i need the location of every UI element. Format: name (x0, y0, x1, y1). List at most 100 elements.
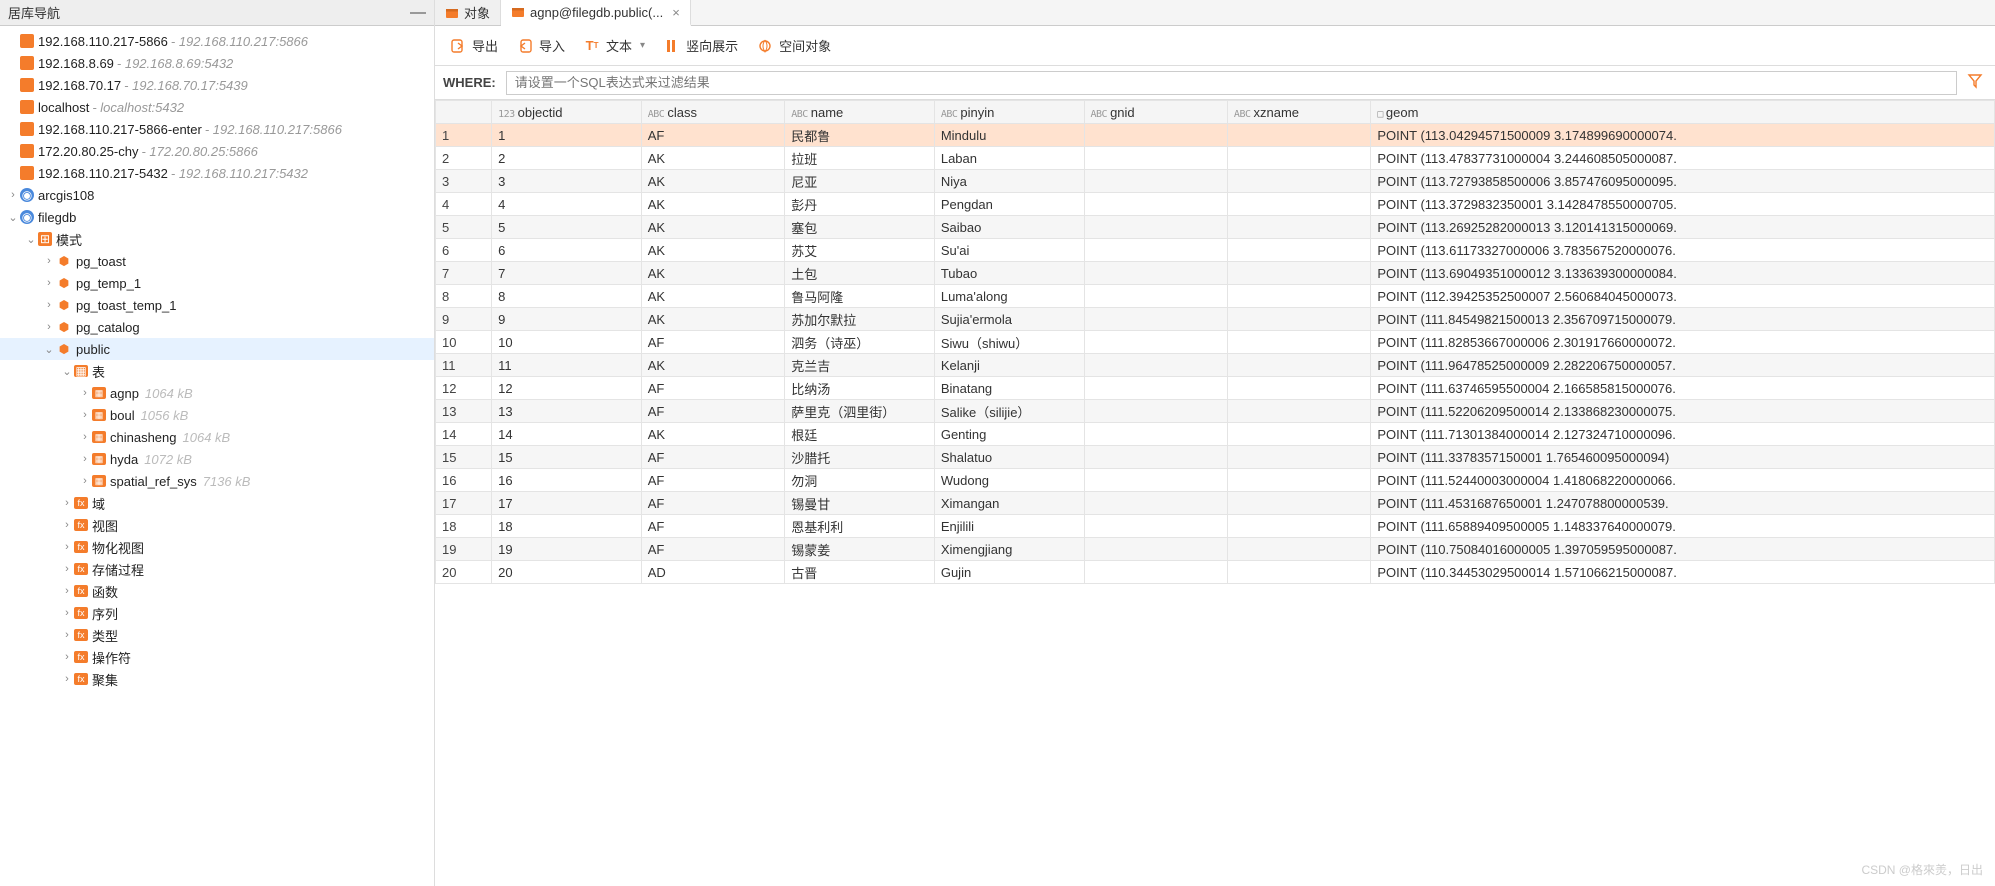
cell[interactable]: POINT (111.65889409500005 1.148337640000… (1371, 515, 1995, 538)
cell[interactable]: Gujin (934, 561, 1084, 584)
cell[interactable] (1084, 331, 1227, 354)
cell[interactable] (1084, 423, 1227, 446)
cell[interactable]: Enjilili (934, 515, 1084, 538)
tree-node[interactable]: ›⬢pg_toast_temp_1 (0, 294, 434, 316)
cell[interactable]: AK (641, 216, 784, 239)
column-header[interactable]: ABCxzname (1227, 101, 1370, 124)
cell[interactable] (1084, 492, 1227, 515)
cell[interactable] (1084, 377, 1227, 400)
import-button[interactable]: 导入 (516, 36, 565, 55)
cell[interactable]: POINT (111.52206209500014 2.133868230000… (1371, 400, 1995, 423)
cell[interactable]: 锡蒙姜 (785, 538, 935, 561)
cell[interactable]: AD (641, 561, 784, 584)
tree-node[interactable]: ›◉arcgis108 (0, 184, 434, 206)
cell[interactable]: Shalatuo (934, 446, 1084, 469)
cell[interactable]: 苏艾 (785, 239, 935, 262)
twist-icon[interactable]: › (42, 299, 56, 311)
cell[interactable]: AF (641, 377, 784, 400)
rownum-cell[interactable]: 11 (436, 354, 492, 377)
cell[interactable] (1227, 262, 1370, 285)
cell[interactable] (1227, 538, 1370, 561)
cell[interactable]: Mindulu (934, 124, 1084, 147)
rownum-cell[interactable]: 12 (436, 377, 492, 400)
cell[interactable]: POINT (113.61173327000006 3.783567520000… (1371, 239, 1995, 262)
cell[interactable] (1227, 423, 1370, 446)
tree-node[interactable]: ›fx视图 (0, 514, 434, 536)
cell[interactable]: 12 (492, 377, 642, 400)
cell[interactable]: AF (641, 538, 784, 561)
tree-node[interactable]: localhost - localhost:5432 (0, 96, 434, 118)
cell[interactable]: AK (641, 147, 784, 170)
table-row[interactable]: 1111AK克兰吉KelanjiPOINT (111.9647852500000… (436, 354, 1995, 377)
table-row[interactable]: 77AK土包TubaoPOINT (113.69049351000012 3.1… (436, 262, 1995, 285)
cell[interactable]: 10 (492, 331, 642, 354)
cell[interactable]: POINT (112.39425352500007 2.560684045000… (1371, 285, 1995, 308)
cell[interactable] (1084, 469, 1227, 492)
cell[interactable]: 5 (492, 216, 642, 239)
table-row[interactable]: 1212AF比纳汤BinatangPOINT (111.637465955000… (436, 377, 1995, 400)
tree-node[interactable]: ›▦boul1056 kB (0, 404, 434, 426)
column-header[interactable]: ABCgnid (1084, 101, 1227, 124)
cell[interactable]: 15 (492, 446, 642, 469)
text-button[interactable]: TT 文本 (583, 36, 645, 55)
tree-node[interactable]: ›fx物化视图 (0, 536, 434, 558)
cell[interactable]: 14 (492, 423, 642, 446)
cell[interactable]: 锡曼甘 (785, 492, 935, 515)
twist-icon[interactable]: › (60, 585, 74, 597)
twist-icon[interactable]: ⌄ (24, 233, 38, 246)
cell[interactable] (1227, 515, 1370, 538)
table-row[interactable]: 22AK拉班LabanPOINT (113.47837731000004 3.2… (436, 147, 1995, 170)
cell[interactable]: POINT (110.34453029500014 1.571066215000… (1371, 561, 1995, 584)
editor-tab[interactable]: agnp@filegdb.public(...× (501, 0, 691, 26)
rownum-cell[interactable]: 17 (436, 492, 492, 515)
cell[interactable]: POINT (111.71301384000014 2.127324710000… (1371, 423, 1995, 446)
table-row[interactable]: 1515AF沙腊托ShalatuoPOINT (111.337835715000… (436, 446, 1995, 469)
cell[interactable] (1084, 308, 1227, 331)
cell[interactable]: POINT (111.52440003000004 1.418068220000… (1371, 469, 1995, 492)
cell[interactable]: AF (641, 515, 784, 538)
twist-icon[interactable]: › (42, 321, 56, 333)
cell[interactable]: 18 (492, 515, 642, 538)
cell[interactable]: Wudong (934, 469, 1084, 492)
rownum-cell[interactable]: 1 (436, 124, 492, 147)
tree-node[interactable]: ⌄◉filegdb (0, 206, 434, 228)
tree-node[interactable]: 172.20.80.25-chy - 172.20.80.25:5866 (0, 140, 434, 162)
rownum-cell[interactable]: 14 (436, 423, 492, 446)
cell[interactable] (1227, 216, 1370, 239)
rownum-cell[interactable]: 20 (436, 561, 492, 584)
cell[interactable] (1227, 308, 1370, 331)
column-header[interactable]: ABCpinyin (934, 101, 1084, 124)
cell[interactable]: 7 (492, 262, 642, 285)
cell[interactable] (1227, 400, 1370, 423)
rownum-cell[interactable]: 19 (436, 538, 492, 561)
rownum-cell[interactable]: 2 (436, 147, 492, 170)
cell[interactable]: POINT (113.26925282000013 3.120141315000… (1371, 216, 1995, 239)
cell[interactable] (1227, 446, 1370, 469)
cell[interactable]: Su'ai (934, 239, 1084, 262)
cell[interactable]: Niya (934, 170, 1084, 193)
cell[interactable]: Pengdan (934, 193, 1084, 216)
tree-node[interactable]: 192.168.8.69 - 192.168.8.69:5432 (0, 52, 434, 74)
cell[interactable]: Laban (934, 147, 1084, 170)
cell[interactable]: 鲁马阿隆 (785, 285, 935, 308)
cell[interactable]: POINT (111.96478525000009 2.282206750000… (1371, 354, 1995, 377)
cell[interactable]: 泗务（诗巫） (785, 331, 935, 354)
twist-icon[interactable]: › (60, 629, 74, 641)
cell[interactable]: Luma'along (934, 285, 1084, 308)
tree-node[interactable]: ›▦chinasheng1064 kB (0, 426, 434, 448)
twist-icon[interactable]: › (60, 563, 74, 575)
cell[interactable]: POINT (113.69049351000012 3.133639300000… (1371, 262, 1995, 285)
tree-node[interactable]: ›fx域 (0, 492, 434, 514)
cell[interactable]: POINT (111.84549821500013 2.356709715000… (1371, 308, 1995, 331)
cell[interactable] (1227, 147, 1370, 170)
tree-node[interactable]: ›⬢pg_toast (0, 250, 434, 272)
close-icon[interactable]: × (672, 5, 680, 20)
cell[interactable]: 6 (492, 239, 642, 262)
cell[interactable]: AK (641, 170, 784, 193)
twist-icon[interactable]: › (78, 453, 92, 465)
cell[interactable] (1084, 446, 1227, 469)
cell[interactable]: 9 (492, 308, 642, 331)
cell[interactable]: Saibao (934, 216, 1084, 239)
twist-icon[interactable]: › (78, 409, 92, 421)
cell[interactable]: AF (641, 124, 784, 147)
